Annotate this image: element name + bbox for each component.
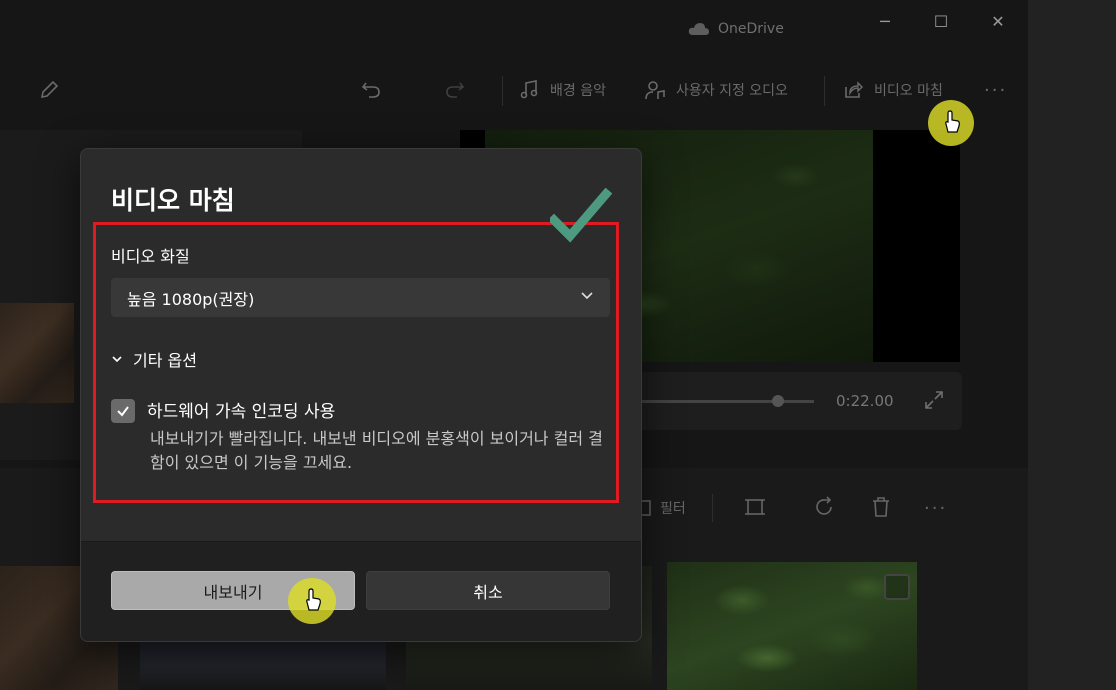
custom-audio-label: 사용자 지정 오디오 [676,83,788,99]
onedrive-status[interactable]: OneDrive [688,21,784,37]
redo-icon [446,82,465,98]
maximize-button[interactable]: ☐ [918,6,964,36]
music-note-icon [520,80,538,99]
duration-time: 0:22.00 [836,392,894,410]
hand-cursor-icon [306,588,321,611]
editor-toolbar: 배경 음악 사용자 지정 오디오 비디오 마침 ··· [0,66,1028,114]
title-bar: OneDrive ─ ☐ ✕ [0,0,1028,60]
finish-video-button[interactable]: 비디오 마침 [842,66,943,114]
hand-cursor-icon [945,110,960,133]
custom-audio-button[interactable]: 사용자 지정 오디오 [644,66,788,114]
storyboard-clip[interactable] [140,640,386,690]
delete-icon[interactable] [870,496,892,518]
clip-select-checkbox[interactable] [884,574,910,600]
finish-video-label: 비디오 마침 [874,83,943,99]
rotate-icon[interactable] [814,496,836,518]
seek-knob[interactable] [772,395,784,407]
onedrive-label: OneDrive [718,21,784,37]
redo-button[interactable] [444,66,466,114]
cloud-icon [688,23,709,35]
dialog-title: 비디오 마침 [111,186,235,215]
person-audio-icon [645,81,665,100]
filter-button[interactable]: 필터 [636,490,686,526]
minimize-button[interactable]: ─ [862,6,908,36]
crop-icon[interactable] [744,496,766,518]
background-music-label: 배경 음악 [550,83,606,99]
pencil-icon [40,80,59,99]
more-options-button[interactable]: ··· [984,66,1007,114]
undo-icon [361,82,380,98]
storyboard-more-button[interactable]: ··· [924,490,947,526]
highlight-box [93,222,619,503]
check-mark-annotation [550,188,612,243]
undo-button[interactable] [360,66,382,114]
media-thumbnail[interactable] [0,303,74,403]
toolbar-divider [712,494,713,522]
filter-label: 필터 [660,501,686,517]
share-icon [845,81,864,98]
playback-controls: 0:22.00 [630,372,962,430]
seek-bar[interactable] [640,395,814,407]
desktop-background [1028,0,1116,690]
toolbar-divider [502,76,503,106]
storyboard-clip[interactable] [667,562,917,690]
close-button[interactable]: ✕ [975,6,1021,36]
background-music-button[interactable]: 배경 음악 [518,66,606,114]
edit-button[interactable] [38,66,60,114]
toolbar-divider [824,76,825,106]
fullscreen-icon[interactable] [924,390,944,410]
cancel-button[interactable]: 취소 [366,571,610,610]
